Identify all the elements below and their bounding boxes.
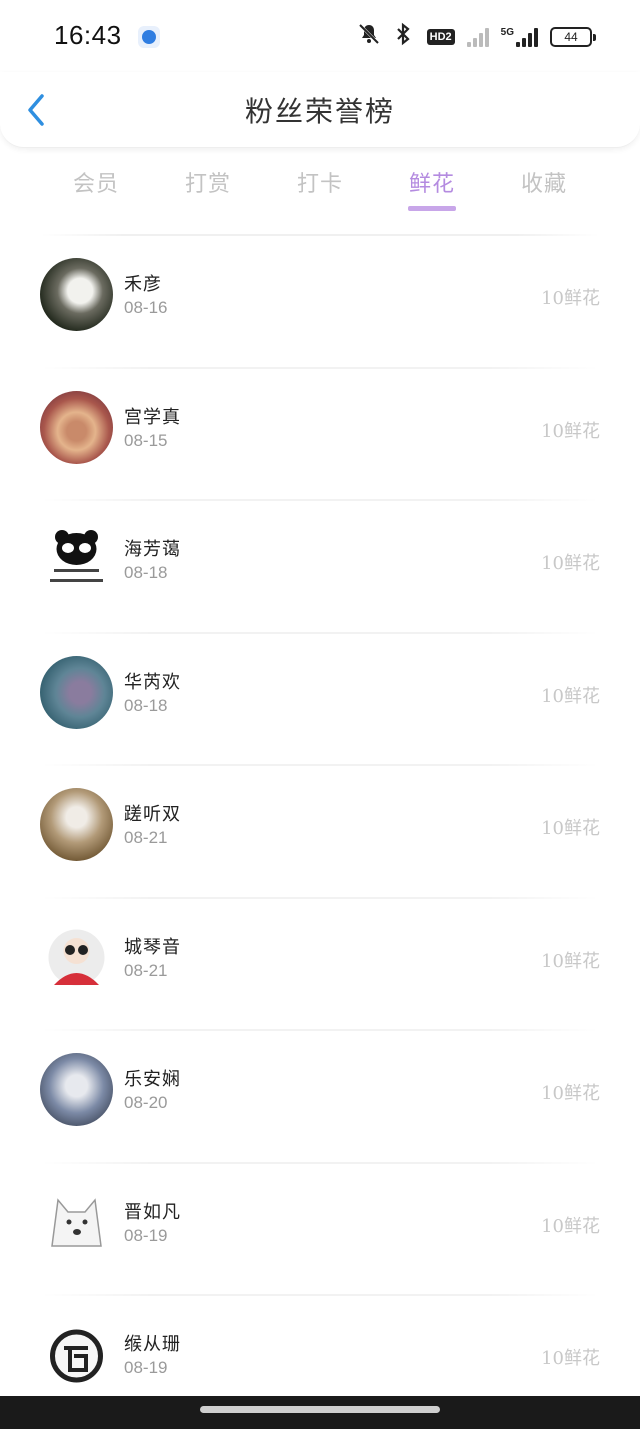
flower-count: 10鲜花 xyxy=(541,553,600,574)
fan-name: 乐安娴 xyxy=(124,1069,181,1090)
signal-bars xyxy=(516,27,538,47)
fan-name: 晋如凡 xyxy=(124,1201,181,1223)
bluetooth-icon xyxy=(393,22,415,52)
tab-tips[interactable]: 打赏 xyxy=(152,158,264,218)
avatar[interactable] xyxy=(40,258,113,331)
flower-count: 10鲜花 xyxy=(541,1348,600,1369)
avatar[interactable] xyxy=(40,788,113,861)
fan-row[interactable]: 海芳蔼 08-18 10鲜花 xyxy=(0,501,640,634)
status-icons: HD2 5G 44 xyxy=(357,22,596,52)
hd-voice-icon: HD2 xyxy=(426,29,455,45)
avatar[interactable] xyxy=(40,1053,113,1126)
doge-avatar-icon xyxy=(51,1197,102,1247)
nav-bar: 粉丝荣誉榜 xyxy=(0,72,640,148)
fan-name: 城琴音 xyxy=(124,936,181,958)
avatar[interactable] xyxy=(40,390,113,464)
fan-date: 08-18 xyxy=(124,563,168,582)
doodle-avatar-icon xyxy=(50,1329,103,1383)
fan-date: 08-20 xyxy=(124,1093,168,1112)
flower-count: 10鲜花 xyxy=(541,420,600,442)
flower-count: 10鲜花 xyxy=(541,1083,600,1104)
tab-checkin[interactable]: 打卡 xyxy=(264,158,376,218)
tab-members[interactable]: 会员 xyxy=(40,158,152,218)
flower-count: 10鲜花 xyxy=(541,818,600,839)
fan-row[interactable]: 乐安娴 08-20 10鲜花 xyxy=(0,1031,640,1164)
flower-count: 10鲜花 xyxy=(541,950,600,972)
fan-row[interactable]: 城琴音 08-21 10鲜花 xyxy=(0,899,640,1032)
fan-date: 08-19 xyxy=(124,1358,168,1377)
avatar[interactable] xyxy=(40,523,113,596)
tab-flowers[interactable]: 鲜花 xyxy=(376,158,488,218)
tab-bar: 会员 打赏 打卡 鲜花 收藏 xyxy=(40,158,600,218)
fan-row[interactable]: 华芮欢 08-18 10鲜花 xyxy=(0,634,640,767)
network-type-label: 5G xyxy=(500,27,514,38)
fan-name: 禾彦 xyxy=(124,274,162,295)
system-nav-bar xyxy=(0,1396,640,1429)
fan-date: 08-15 xyxy=(124,430,168,450)
fan-date: 08-19 xyxy=(124,1225,168,1245)
battery-icon: 44 xyxy=(550,27,596,47)
fan-name: 蹉听双 xyxy=(124,804,181,825)
page-title: 粉丝荣誉榜 xyxy=(244,95,395,128)
fan-list: 禾彦 08-16 10鲜花 宫学真 08-15 10鲜花 海芳蔼 08-18 1… xyxy=(0,236,640,1429)
avatar[interactable] xyxy=(40,920,113,994)
signal-sim2-icon: 5G xyxy=(501,27,538,47)
avatar[interactable] xyxy=(40,655,113,729)
fan-row[interactable]: 禾彦 08-16 10鲜花 xyxy=(0,236,640,369)
fan-name: 宫学真 xyxy=(124,406,181,428)
fan-row[interactable]: 蹉听双 08-21 10鲜花 xyxy=(0,766,640,899)
home-indicator[interactable] xyxy=(200,1406,440,1413)
status-time: 16:43 xyxy=(54,20,122,50)
signal-sim1-icon xyxy=(466,27,489,47)
cartoon-girl-avatar-icon xyxy=(48,929,105,985)
fan-row[interactable]: 宫学真 08-15 10鲜花 xyxy=(0,369,640,502)
avatar[interactable] xyxy=(40,1318,113,1391)
flower-count: 10鲜花 xyxy=(541,1215,600,1237)
fan-date: 08-18 xyxy=(124,695,168,715)
fan-name: 缑从珊 xyxy=(124,1334,181,1355)
mute-bell-icon xyxy=(357,22,381,52)
battery-level: 44 xyxy=(564,30,578,44)
app-notification-icon xyxy=(138,26,160,48)
flower-count: 10鲜花 xyxy=(541,288,600,309)
fan-date: 08-21 xyxy=(124,828,168,847)
fan-date: 08-16 xyxy=(124,298,168,317)
flower-count: 10鲜花 xyxy=(541,685,600,707)
tab-favorites[interactable]: 收藏 xyxy=(488,158,600,218)
panda-avatar-icon xyxy=(50,530,103,582)
fan-row[interactable]: 晋如凡 08-19 10鲜花 xyxy=(0,1164,640,1297)
fan-name: 海芳蔼 xyxy=(124,539,181,560)
fan-name: 华芮欢 xyxy=(124,671,181,693)
fan-date: 08-21 xyxy=(124,960,168,980)
avatar[interactable] xyxy=(40,1185,113,1259)
status-bar: 16:43 HD2 5G 44 xyxy=(0,0,640,72)
